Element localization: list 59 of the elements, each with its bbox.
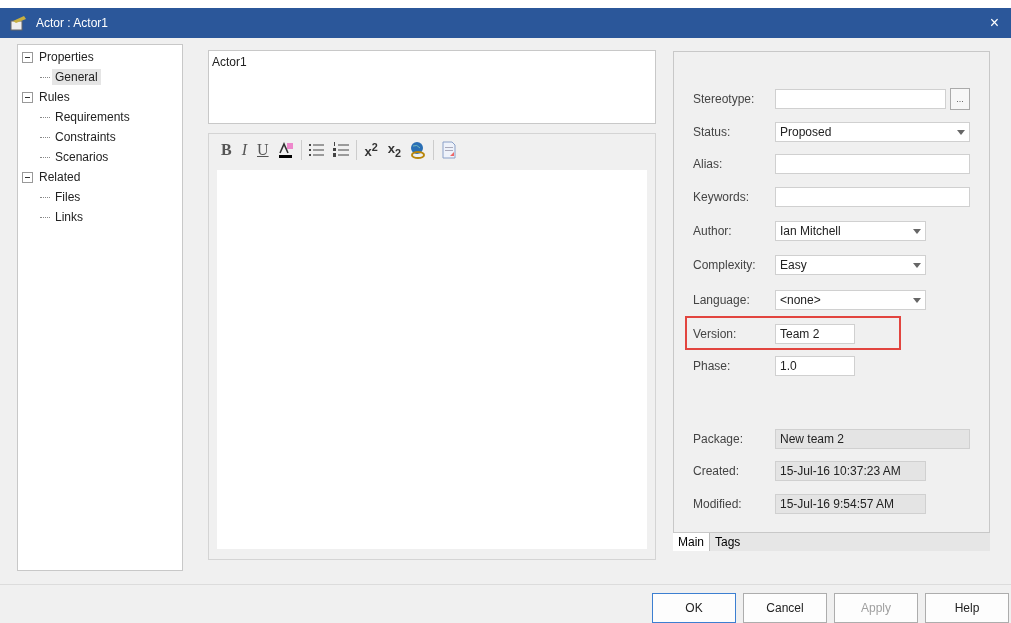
- field-label: Modified:: [693, 497, 743, 511]
- dropdown-field[interactable]: Easy: [775, 255, 926, 275]
- bullet-list-icon[interactable]: [307, 141, 326, 159]
- tree-item[interactable]: Links: [52, 209, 86, 225]
- dropdown-field[interactable]: Ian Mitchell: [775, 221, 926, 241]
- dropdown-caret-icon: [913, 228, 921, 234]
- collapse-icon[interactable]: [22, 91, 33, 103]
- tree-item[interactable]: General: [52, 69, 101, 85]
- tree-item[interactable]: Properties: [36, 49, 97, 65]
- tree-item[interactable]: Constraints: [52, 129, 119, 145]
- name-field[interactable]: Actor1: [208, 50, 656, 124]
- dialog-button[interactable]: Cancel: [743, 593, 827, 623]
- field-label: Language:: [693, 293, 751, 307]
- collapse-icon[interactable]: [22, 51, 33, 63]
- close-button[interactable]: ×: [987, 14, 1001, 32]
- text-field[interactable]: [775, 187, 970, 207]
- bold-button[interactable]: B: [219, 141, 234, 159]
- app-icon: [10, 15, 28, 31]
- dropdown-field[interactable]: <none>: [775, 290, 926, 310]
- text-field[interactable]: Team 2: [775, 324, 855, 344]
- dialog-button[interactable]: OK: [652, 593, 736, 623]
- dropdown-caret-icon: [913, 262, 921, 268]
- underline-button[interactable]: U: [255, 141, 271, 159]
- field-label: Version:: [693, 327, 738, 341]
- numbered-list-icon[interactable]: [331, 141, 350, 159]
- stereotype-field[interactable]: [775, 89, 946, 109]
- field-label: Keywords:: [693, 190, 751, 204]
- globe-icon[interactable]: [409, 141, 428, 159]
- field-label: Alias:: [693, 157, 724, 171]
- tab[interactable]: Tags: [710, 533, 746, 551]
- field-label: Status:: [693, 125, 732, 139]
- field-label: Complexity:: [693, 258, 757, 272]
- text-field[interactable]: [775, 154, 970, 174]
- readonly-field: New team 2: [775, 429, 970, 449]
- readonly-field: 15-Jul-16 10:37:23 AM: [775, 461, 926, 481]
- subscript-button[interactable]: x$_{2}$: [385, 141, 404, 159]
- tree-item[interactable]: Files: [52, 189, 84, 205]
- superscript-button[interactable]: x$^{2}$: [362, 140, 380, 160]
- browse-button[interactable]: ...: [950, 88, 970, 110]
- tab[interactable]: Main: [673, 533, 710, 551]
- dropdown-caret-icon: [957, 129, 965, 135]
- tree-item[interactable]: Related: [36, 169, 84, 185]
- tree-item[interactable]: Rules: [36, 89, 73, 105]
- field-label: Phase:: [693, 359, 732, 373]
- tree-item[interactable]: Requirements: [52, 109, 133, 125]
- dropdown-field[interactable]: Proposed: [775, 122, 970, 142]
- window-title: Actor : Actor1: [36, 16, 110, 30]
- field-label: Created:: [693, 464, 741, 478]
- readonly-field: 15-Jul-16 9:54:57 AM: [775, 494, 926, 514]
- dialog-button[interactable]: Help: [925, 593, 1009, 623]
- text-color-icon[interactable]: [276, 141, 295, 159]
- field-label: Stereotype:: [693, 92, 756, 106]
- collapse-icon[interactable]: [22, 171, 33, 183]
- italic-button[interactable]: I: [239, 141, 249, 159]
- field-label: Package:: [693, 432, 745, 446]
- tree-item[interactable]: Scenarios: [52, 149, 112, 165]
- dropdown-caret-icon: [913, 297, 921, 303]
- text-field[interactable]: 1.0: [775, 356, 855, 376]
- field-label: Author:: [693, 224, 733, 238]
